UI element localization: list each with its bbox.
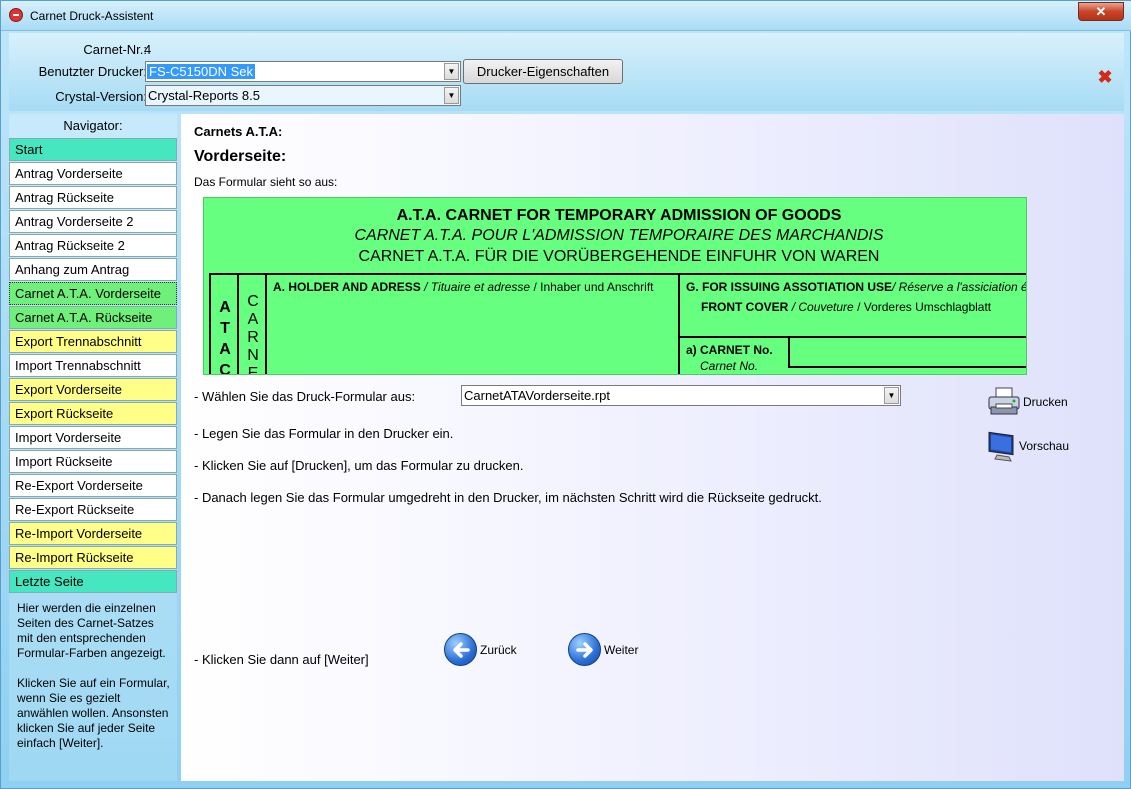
sidebar-item[interactable]: Re-Import Vorderseite — [9, 522, 177, 545]
print-label: Drucken — [1023, 395, 1068, 409]
choose-form-label: - Wählen Sie das Druck-Formular aus: — [194, 389, 416, 404]
print-form-value: CarnetATAVorderseite.rpt — [464, 388, 610, 403]
sidebar-item[interactable]: Re-Import Rückseite — [9, 546, 177, 569]
preview-ata-text: ATAC — [219, 299, 231, 375]
sidebar-item[interactable]: Export Trennabschnitt — [9, 330, 177, 353]
carnet-nr-label: Carnet-Nr.: — [83, 42, 147, 57]
intro-text: Das Formular sieht so aus: — [194, 175, 338, 189]
next-label: Weiter — [604, 643, 639, 657]
sidebar-item[interactable]: Export Rückseite — [9, 402, 177, 425]
window-close-button[interactable]: ✕ — [1078, 2, 1124, 21]
app-window: Carnet Druck-Assistent ✕ Carnet-Nr.: 4 B… — [0, 0, 1131, 789]
help-paragraph-2: Klicken Sie auf ein Formular, wenn Sie e… — [17, 676, 170, 750]
instruction-text: - Klicken Sie dann auf [Weiter] — [194, 652, 369, 667]
close-icon: ✕ — [1095, 4, 1107, 19]
sidebar-item[interactable]: Export Vorderseite — [9, 378, 177, 401]
form-preview-image: A.T.A. CARNET FOR TEMPORARY ADMISSION OF… — [203, 197, 1027, 375]
preview-carnet-no-box — [788, 336, 1026, 368]
arrow-right-icon — [568, 633, 601, 666]
sidebar-item[interactable]: Import Rückseite — [9, 450, 177, 473]
printer-properties-button[interactable]: Drucker-Eigenschaften — [463, 59, 623, 84]
sidebar-item[interactable]: Anhang zum Antrag — [9, 258, 177, 281]
main-panel: Carnets A.T.A: Vorderseite: Das Formular… — [181, 114, 1124, 781]
instruction-text: - Legen Sie das Formular in den Drucker … — [194, 426, 454, 441]
carnets-title: Carnets A.T.A: — [194, 124, 283, 139]
sidebar-item[interactable]: Antrag Vorderseite 2 — [9, 210, 177, 233]
preview-carnet-no-label-fr: Carnet No. — [700, 359, 759, 373]
sidebar-item[interactable]: Re-Export Rückseite — [9, 498, 177, 521]
print-button[interactable]: Drucken — [987, 385, 1077, 419]
dropdown-arrow-icon[interactable]: ▼ — [444, 63, 459, 80]
preview-carne-text: CARNE — [247, 293, 259, 375]
preview-issuing-field: G. FOR ISSUING ASSOTIATION USE/ Réserve … — [686, 280, 1026, 294]
preview-form-grid: ATAC CARNE A. HOLDER AND ADRESS / Tituai… — [209, 273, 1026, 375]
preview-label: Vorschau — [1019, 439, 1070, 453]
page-title: Vorderseite: — [194, 148, 287, 165]
printer-select-value: FS-C5150DN Sek — [147, 64, 256, 79]
window-title: Carnet Druck-Assistent — [30, 9, 154, 23]
printer-select[interactable]: FS-C5150DN Sek ▼ — [145, 61, 461, 82]
preview-holder-field: A. HOLDER AND ADRESS / Tituaire et adres… — [273, 280, 654, 294]
back-label: Zurück — [480, 643, 517, 657]
sidebar-item[interactable]: Re-Export Vorderseite — [9, 474, 177, 497]
sidebar-item[interactable]: Carnet A.T.A. Vorderseite — [9, 282, 177, 305]
sidebar-item[interactable]: Antrag Vorderseite — [9, 162, 177, 185]
instruction-text: - Danach legen Sie das Formular umgedreh… — [194, 490, 822, 505]
preview-divider — [678, 275, 680, 374]
sidebar-item[interactable]: Carnet A.T.A. Rückseite — [9, 306, 177, 329]
dropdown-arrow-icon[interactable]: ▼ — [884, 387, 899, 404]
crystal-version-select[interactable]: Crystal-Reports 8.5 ▼ — [145, 85, 461, 106]
print-form-select[interactable]: CarnetATAVorderseite.rpt ▼ — [461, 385, 901, 406]
dropdown-arrow-icon[interactable]: ▼ — [444, 87, 459, 104]
sidebar-item[interactable]: Letzte Seite — [9, 570, 177, 593]
navigator-title: Navigator: — [63, 118, 123, 133]
arrow-left-icon — [444, 633, 477, 666]
preview-title-en: A.T.A. CARNET FOR TEMPORARY ADMISSION OF… — [396, 207, 842, 224]
monitor-icon — [988, 431, 1014, 462]
preview-front-cover-field: FRONT COVER / Couveture / Vorderes Umsch… — [701, 300, 992, 314]
printer-icon — [988, 387, 1020, 415]
sidebar-item[interactable]: Antrag Rückseite 2 — [9, 234, 177, 257]
app-icon — [9, 8, 23, 22]
sidebar-item[interactable]: Import Trennabschnitt — [9, 354, 177, 377]
sidebar-item[interactable]: Import Vorderseite — [9, 426, 177, 449]
printer-label: Benutzter Drucker: — [38, 64, 147, 79]
preview-carnet-column: CARNE — [239, 275, 267, 375]
help-paragraph-1: Hier werden die einzelnen Seiten des Car… — [17, 601, 166, 660]
sidebar-item[interactable]: Antrag Rückseite — [9, 186, 177, 209]
back-button[interactable]: Zurück — [444, 633, 534, 669]
title-bar: Carnet Druck-Assistent ✕ — [1, 1, 1131, 31]
instruction-text: - Klicken Sie auf [Drucken], um das Form… — [194, 458, 524, 473]
sidebar-item[interactable]: Start — [9, 138, 177, 161]
navigator-help-text: Hier werden die einzelnen Seiten des Car… — [17, 601, 173, 751]
preview-carnet-no-label: a) CARNET No. — [686, 343, 773, 357]
preview-title-de: CARNET A.T.A. FÜR DIE VORÜBERGEHENDE EIN… — [358, 248, 880, 265]
crystal-version-label: Crystal-Version: — [55, 89, 147, 104]
preview-title-fr: CARNET A.T.A. POUR L'ADMISSION TEMPORAIR… — [354, 227, 884, 244]
preview-ata-column: ATAC — [211, 275, 239, 375]
preview-button[interactable]: Vorschau — [987, 430, 1077, 464]
navigator-panel: Navigator: Hier werden die einzelnen Sei… — [9, 114, 177, 781]
carnet-nr-value: 4 — [144, 42, 152, 57]
cancel-x-icon[interactable]: ✖ — [1097, 68, 1113, 86]
header-panel: Carnet-Nr.: 4 Benutzter Drucker: FS-C515… — [9, 33, 1124, 111]
next-button[interactable]: Weiter — [568, 633, 658, 669]
crystal-version-value: Crystal-Reports 8.5 — [148, 88, 260, 103]
